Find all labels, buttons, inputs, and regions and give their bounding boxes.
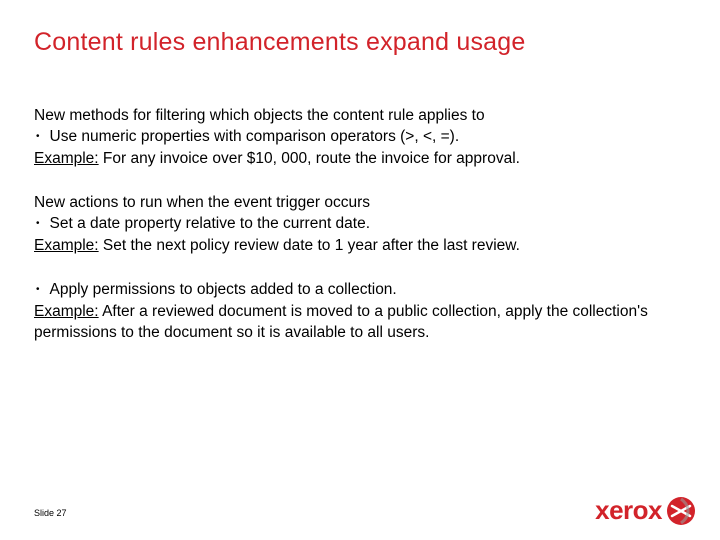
example-label: Example:	[34, 237, 99, 254]
xerox-ball-icon	[666, 496, 696, 526]
bullet-text: Set a date property relative to the curr…	[50, 213, 686, 234]
slide-number: Slide 27	[34, 508, 67, 518]
xerox-logo-text: xerox	[595, 495, 662, 526]
example-text: For any invoice over $10, 000, route the…	[99, 150, 520, 167]
slide: Content rules enhancements expand usage …	[0, 0, 720, 540]
xerox-logo: xerox	[595, 495, 696, 526]
example-label: Example:	[34, 150, 99, 167]
section-filtering: New methods for filtering which objects …	[34, 105, 686, 170]
bullet-text: Apply permissions to objects added to a …	[50, 279, 686, 300]
bullet-item: • Set a date property relative to the cu…	[34, 213, 686, 235]
bullet-dot: •	[34, 213, 50, 235]
bullet-dot: •	[34, 126, 50, 148]
example-line: Example: For any invoice over $10, 000, …	[34, 148, 686, 169]
example-text: After a reviewed document is moved to a …	[34, 303, 648, 341]
slide-title: Content rules enhancements expand usage	[34, 28, 686, 57]
example-line: Example: After a reviewed document is mo…	[34, 301, 686, 344]
section-heading: New actions to run when the event trigge…	[34, 192, 686, 213]
bullet-text: Use numeric properties with comparison o…	[50, 126, 686, 147]
bullet-item: • Apply permissions to objects added to …	[34, 279, 686, 301]
example-line: Example: Set the next policy review date…	[34, 235, 686, 256]
example-label: Example:	[34, 303, 99, 320]
example-text: Set the next policy review date to 1 yea…	[99, 237, 520, 254]
bullet-dot: •	[34, 279, 50, 301]
section-actions: New actions to run when the event trigge…	[34, 192, 686, 257]
section-heading: New methods for filtering which objects …	[34, 105, 686, 126]
section-permissions: • Apply permissions to objects added to …	[34, 279, 686, 344]
bullet-item: • Use numeric properties with comparison…	[34, 126, 686, 148]
